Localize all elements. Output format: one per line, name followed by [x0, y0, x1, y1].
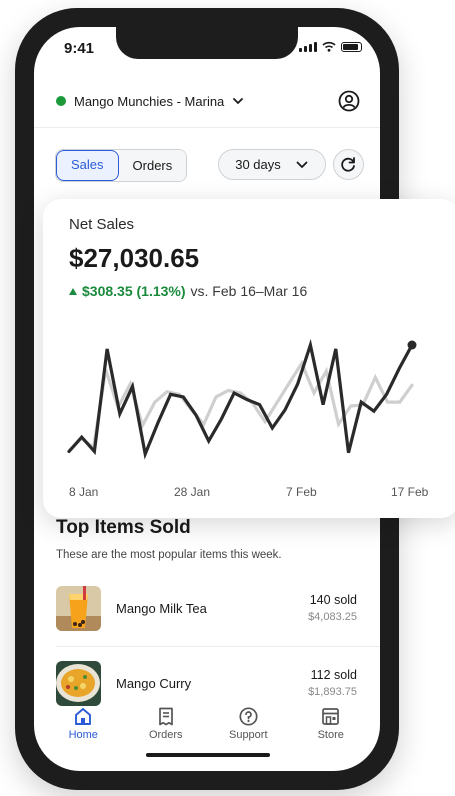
receipt-icon	[158, 707, 173, 726]
chevron-down-icon	[296, 161, 308, 168]
sales-line-chart	[67, 338, 417, 460]
mango-milk-tea-image	[56, 586, 101, 631]
refresh-button[interactable]	[333, 149, 364, 180]
chevron-down-icon	[233, 98, 244, 104]
help-icon	[239, 707, 258, 726]
item-revenue: $4,083.25	[308, 611, 357, 623]
top-items-title: Top Items Sold	[56, 517, 191, 538]
bottom-tab-bar: Home Orders Support Store	[34, 707, 380, 753]
tab-label: Store	[317, 729, 344, 741]
home-icon	[75, 708, 92, 725]
tab-store[interactable]: Store	[296, 707, 366, 753]
battery-icon	[341, 41, 362, 52]
status-icons	[299, 41, 362, 52]
net-sales-card: Net Sales $27,030.65 $308.35 (1.13%) vs.…	[43, 199, 455, 518]
tab-label: Home	[68, 729, 98, 741]
status-dot	[56, 96, 66, 106]
x-tick-label: 8 Jan	[69, 485, 99, 499]
store-icon	[322, 708, 340, 725]
tab-sales[interactable]: Sales	[56, 150, 119, 181]
x-tick-label: 7 Feb	[286, 485, 317, 499]
tab-label: Orders	[148, 729, 183, 741]
home-indicator	[146, 753, 270, 757]
last-point-marker	[407, 340, 417, 350]
tab-label: Support	[228, 729, 268, 741]
item-sold: 112 sold	[310, 668, 357, 682]
x-tick-label: 17 Feb	[391, 485, 429, 499]
notch	[116, 27, 298, 59]
item-name: Mango Milk Tea	[116, 601, 207, 616]
wifi-icon	[322, 41, 336, 52]
top-items-subtitle: These are the most popular items this we…	[56, 549, 282, 561]
item-name: Mango Curry	[116, 676, 192, 691]
list-divider	[56, 646, 380, 647]
refresh-icon	[341, 157, 355, 172]
list-item[interactable]: Mango Curry 112 sold $1,893.75	[56, 661, 380, 707]
metric-toggle: Sales Orders	[55, 149, 188, 182]
item-sold: 140 sold	[309, 593, 357, 607]
x-tick-label: 28 Jan	[174, 485, 211, 499]
store-selector[interactable]: Mango Munchies - Marina	[56, 81, 360, 121]
signal-icon	[299, 41, 317, 52]
date-range-label: 30 days	[235, 157, 281, 172]
store-name: Mango Munchies - Marina	[74, 93, 225, 109]
list-item[interactable]: Mango Milk Tea 140 sold $4,083.25	[56, 586, 380, 632]
profile-icon[interactable]	[338, 90, 360, 112]
mango-curry-image	[56, 661, 101, 706]
tab-orders[interactable]: Orders	[118, 150, 187, 181]
status-time: 9:41	[64, 40, 95, 57]
date-range-dropdown[interactable]: 30 days	[218, 149, 326, 180]
tab-support[interactable]: Support	[213, 707, 283, 753]
tab-orders-nav[interactable]: Orders	[131, 707, 201, 753]
tab-home[interactable]: Home	[48, 707, 118, 753]
header-divider	[34, 127, 380, 128]
item-revenue: $1,893.75	[308, 686, 357, 698]
